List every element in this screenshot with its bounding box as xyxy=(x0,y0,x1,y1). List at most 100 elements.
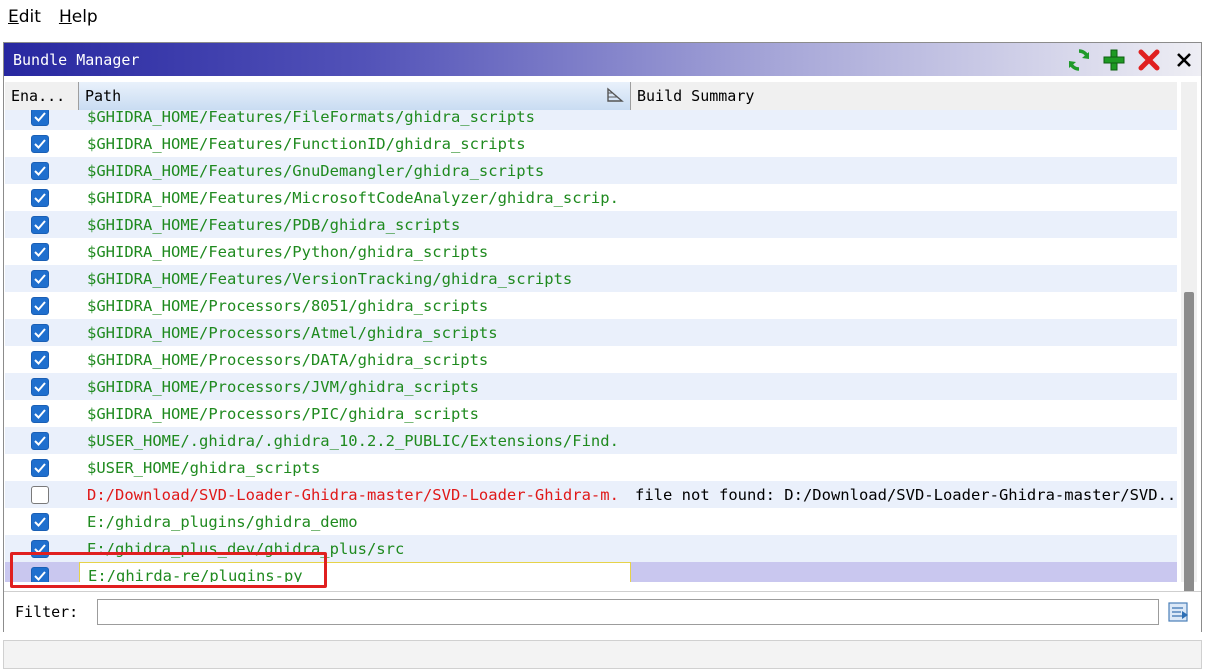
enabled-cell xyxy=(5,238,79,265)
bundle-table-body: $GHIDRA_HOME/Features/FileFormats/ghidra… xyxy=(5,110,1177,582)
enabled-checkbox[interactable] xyxy=(31,377,49,396)
checkmark-icon xyxy=(34,192,46,203)
enabled-checkbox[interactable] xyxy=(31,404,49,423)
checkmark-icon xyxy=(34,408,46,419)
refresh-button[interactable] xyxy=(1065,46,1092,73)
table-row[interactable]: $GHIDRA_HOME/Features/GnuDemangler/ghidr… xyxy=(5,157,1177,184)
enabled-checkbox[interactable] xyxy=(31,458,49,477)
enabled-cell xyxy=(5,400,79,427)
menu-edit-label: dit xyxy=(18,7,41,27)
enabled-checkbox[interactable] xyxy=(31,242,49,261)
path-cell: E:/ghirda-re/plugins-py xyxy=(79,562,631,582)
enabled-checkbox[interactable] xyxy=(31,110,49,126)
filter-options-button[interactable] xyxy=(1167,600,1191,624)
enabled-cell xyxy=(5,211,79,238)
close-icon xyxy=(1176,52,1191,67)
path-cell: D:/Download/SVD-Loader-Ghidra-master/SVD… xyxy=(87,485,619,504)
table-row[interactable]: $GHIDRA_HOME/Features/VersionTracking/gh… xyxy=(5,265,1177,292)
path-cell: $USER_HOME/ghidra_scripts xyxy=(87,458,321,477)
add-bundle-button[interactable] xyxy=(1100,46,1127,73)
enabled-cell xyxy=(5,454,79,481)
column-header-enabled[interactable]: Ena... xyxy=(5,82,79,110)
enabled-checkbox[interactable] xyxy=(31,269,49,288)
table-row[interactable]: $GHIDRA_HOME/Processors/JVM/ghidra_scrip… xyxy=(5,373,1177,400)
enabled-checkbox[interactable] xyxy=(31,323,49,342)
column-header-build-summary-label: Build Summary xyxy=(637,87,755,105)
enabled-checkbox[interactable] xyxy=(31,161,49,180)
path-cell: $GHIDRA_HOME/Processors/Atmel/ghidra_scr… xyxy=(87,323,498,342)
table-row[interactable]: D:/Download/SVD-Loader-Ghidra-master/SVD… xyxy=(5,481,1177,508)
checkmark-icon xyxy=(34,300,46,311)
checkmark-icon xyxy=(34,354,46,365)
table-row[interactable]: $GHIDRA_HOME/Features/Python/ghidra_scri… xyxy=(5,238,1177,265)
enabled-cell xyxy=(5,130,79,157)
panel-toolbar xyxy=(1065,46,1197,73)
path-cell: E:/ghidra_plus_dev/ghidra_plus/src xyxy=(87,539,405,558)
table-row[interactable]: $GHIDRA_HOME/Features/FunctionID/ghidra_… xyxy=(5,130,1177,157)
checkmark-icon xyxy=(34,111,46,122)
table-row[interactable]: E:/ghidra_plus_dev/ghidra_plus/src xyxy=(5,535,1177,562)
enabled-checkbox[interactable] xyxy=(31,215,49,234)
checkmark-icon xyxy=(34,246,46,257)
table-row[interactable]: $GHIDRA_HOME/Features/MicrosoftCodeAnaly… xyxy=(5,184,1177,211)
enabled-checkbox[interactable] xyxy=(31,134,49,153)
table-row[interactable]: $USER_HOME/.ghidra/.ghidra_10.2.2_PUBLIC… xyxy=(5,427,1177,454)
table-row[interactable]: $GHIDRA_HOME/Features/PDB/ghidra_scripts xyxy=(5,211,1177,238)
table-row[interactable]: E:/ghirda-re/plugins-py xyxy=(5,562,1177,582)
menu-help[interactable]: Help xyxy=(59,7,98,27)
sort-ascending-icon xyxy=(607,87,624,102)
enabled-cell xyxy=(5,184,79,211)
enabled-cell xyxy=(5,346,79,373)
filter-input[interactable] xyxy=(97,599,1159,625)
path-cell: $USER_HOME/.ghidra/.ghidra_10.2.2_PUBLIC… xyxy=(87,431,619,450)
table-row[interactable]: $GHIDRA_HOME/Processors/PIC/ghidra_scrip… xyxy=(5,400,1177,427)
table-row[interactable]: $USER_HOME/ghidra_scripts xyxy=(5,454,1177,481)
filter-options-icon xyxy=(1168,602,1188,622)
table-row[interactable]: $GHIDRA_HOME/Processors/8051/ghidra_scri… xyxy=(5,292,1177,319)
column-header-enabled-label: Ena... xyxy=(11,87,66,105)
menu-help-label: elp xyxy=(71,7,98,27)
enabled-checkbox[interactable] xyxy=(31,188,49,207)
remove-bundle-button[interactable] xyxy=(1135,46,1162,73)
table-row[interactable]: $GHIDRA_HOME/Processors/Atmel/ghidra_scr… xyxy=(5,319,1177,346)
table-row[interactable]: $GHIDRA_HOME/Processors/DATA/ghidra_scri… xyxy=(5,346,1177,373)
column-header-path[interactable]: Path xyxy=(79,82,631,110)
panel-title-bar: Bundle Manager xyxy=(4,43,1201,76)
scrollbar-thumb[interactable] xyxy=(1184,292,1194,594)
column-header-build-summary[interactable]: Build Summary xyxy=(631,82,1177,110)
add-icon xyxy=(1103,49,1124,70)
enabled-checkbox[interactable] xyxy=(31,296,49,315)
table-row[interactable]: $GHIDRA_HOME/Features/FileFormats/ghidra… xyxy=(5,110,1177,130)
path-cell: $GHIDRA_HOME/Features/GnuDemangler/ghidr… xyxy=(87,161,545,180)
menu-bar: Edit Help xyxy=(0,0,1205,34)
enabled-checkbox[interactable] xyxy=(31,485,49,504)
enabled-cell xyxy=(5,508,79,535)
vertical-scrollbar[interactable] xyxy=(1181,82,1197,594)
menu-edit[interactable]: Edit xyxy=(8,7,41,27)
checkmark-icon xyxy=(34,462,46,473)
path-cell: $GHIDRA_HOME/Features/FunctionID/ghidra_… xyxy=(87,134,526,153)
checkmark-icon xyxy=(34,219,46,230)
checkmark-icon xyxy=(34,138,46,149)
table-row[interactable]: E:/ghidra_plugins/ghidra_demo xyxy=(5,508,1177,535)
filter-bar: Filter: xyxy=(4,591,1201,632)
menu-edit-mnemonic: E xyxy=(8,7,19,27)
enabled-cell xyxy=(5,319,79,346)
filter-label: Filter: xyxy=(15,603,79,621)
enabled-checkbox[interactable] xyxy=(31,566,49,582)
column-header-path-label: Path xyxy=(85,87,122,105)
path-cell: $GHIDRA_HOME/Processors/JVM/ghidra_scrip… xyxy=(87,377,479,396)
enabled-checkbox[interactable] xyxy=(31,512,49,531)
enabled-checkbox[interactable] xyxy=(31,539,49,558)
path-cell: $GHIDRA_HOME/Features/MicrosoftCodeAnaly… xyxy=(87,188,619,207)
checkmark-icon xyxy=(34,381,46,392)
enabled-cell xyxy=(5,481,79,508)
checkmark-icon xyxy=(34,543,46,554)
enabled-checkbox[interactable] xyxy=(31,350,49,369)
enabled-cell xyxy=(5,535,79,562)
enabled-checkbox[interactable] xyxy=(31,431,49,450)
checkmark-icon xyxy=(34,516,46,527)
path-cell: $GHIDRA_HOME/Processors/DATA/ghidra_scri… xyxy=(87,350,489,369)
path-cell: $GHIDRA_HOME/Features/VersionTracking/gh… xyxy=(87,269,573,288)
close-panel-button[interactable] xyxy=(1170,46,1197,73)
